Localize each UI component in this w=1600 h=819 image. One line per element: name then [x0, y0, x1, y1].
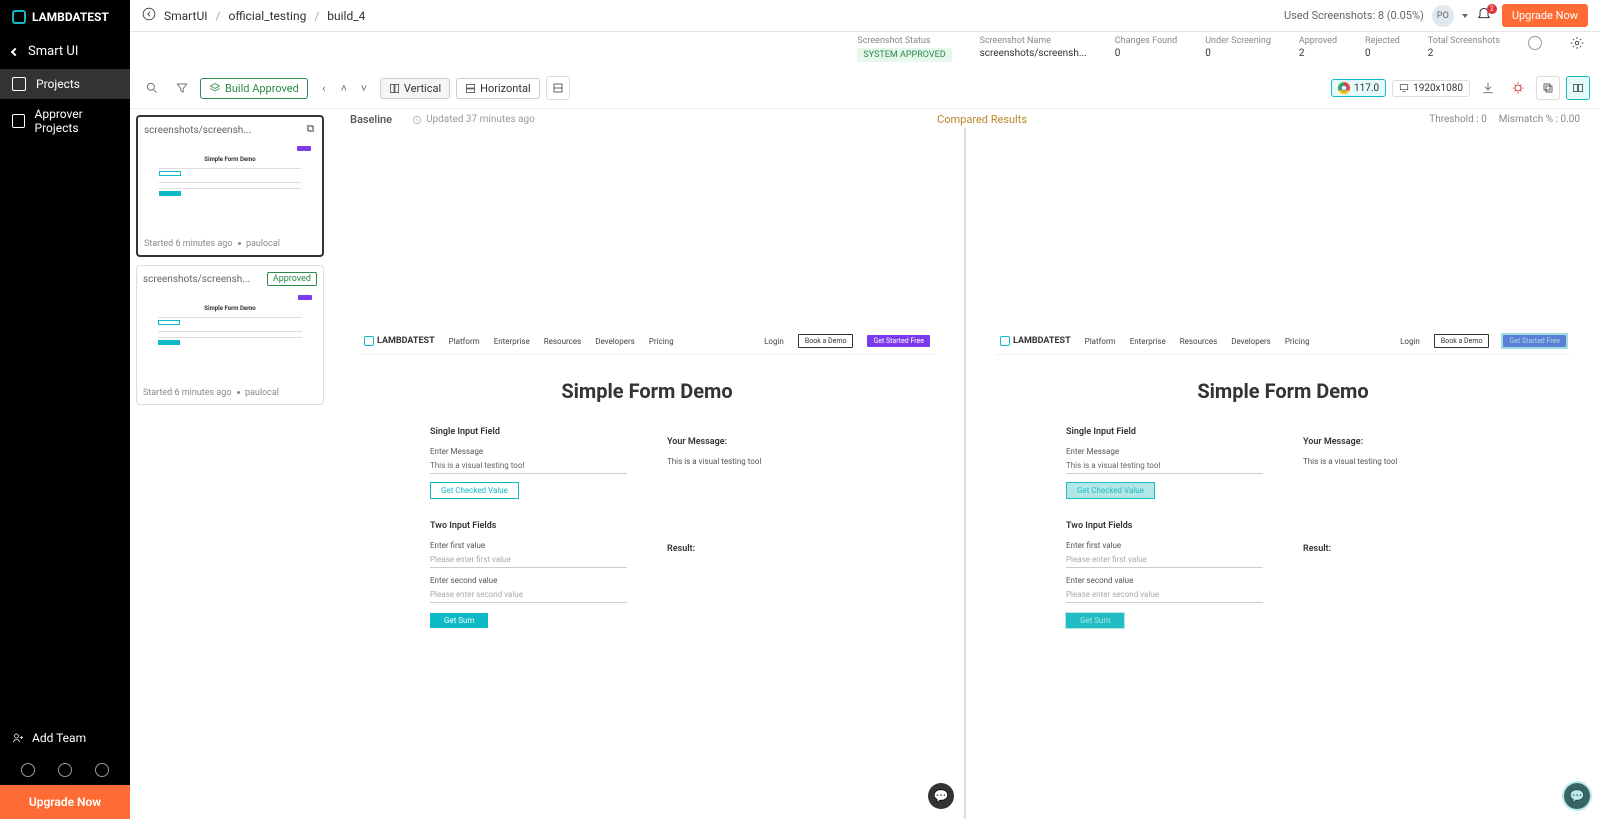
nav-up-icon[interactable]: ˄ [334, 76, 354, 100]
diff-highlight: Get Sum [1066, 613, 1124, 628]
used-screenshots: Used Screenshots: 8 (0.05%) [1284, 9, 1424, 22]
info-icon[interactable] [1528, 36, 1542, 50]
key-icon[interactable] [58, 763, 72, 777]
help-icon[interactable] [21, 763, 35, 777]
baseline-pane: LAMBDATEST Platform Enterprise Resources… [330, 128, 966, 819]
compared-screenshot: LAMBDATEST Platform Enterprise Resources… [996, 328, 1570, 628]
sidebar-collapse-icon[interactable] [142, 7, 156, 24]
baseline-screenshot: LAMBDATEST Platform Enterprise Resources… [360, 328, 934, 628]
diff-highlight: Get Checked Value [1066, 482, 1155, 499]
user-plus-icon [12, 732, 24, 744]
upgrade-button[interactable]: Upgrade Now [1502, 4, 1588, 27]
compare-mode-icon[interactable] [1566, 76, 1590, 100]
layout-horizontal-icon [465, 83, 476, 94]
settings-icon[interactable] [1570, 36, 1584, 53]
vertical-toggle[interactable]: Vertical [380, 78, 450, 99]
brand-logo[interactable]: LAMBDATEST [0, 0, 130, 34]
clock-icon [412, 115, 422, 125]
nav-back[interactable]: Smart UI [0, 34, 130, 69]
sidebar-item-label: Approver Projects [35, 107, 118, 135]
baseline-label: Baseline [350, 113, 392, 126]
info-screening: Under Screening 0 [1205, 36, 1271, 59]
browser-badge[interactable]: 117.0 [1331, 79, 1386, 97]
thumb-started: Started 6 minutes ago [143, 388, 231, 398]
crumb-project[interactable]: official_testing [228, 9, 306, 23]
monitor-icon [1399, 83, 1409, 93]
status-badge: SYSTEM APPROVED [857, 48, 951, 62]
brand-text: LAMBDATEST [32, 10, 109, 24]
chat-icon: 💬 [1564, 783, 1590, 809]
avatar-menu-caret[interactable] [1462, 14, 1468, 18]
nav-left-icon[interactable]: ‹ [314, 76, 334, 100]
nav-back-label: Smart UI [28, 44, 78, 59]
crumb-root[interactable]: SmartUI [164, 9, 208, 23]
info-row: Screenshot Status SYSTEM APPROVED Screen… [130, 32, 1600, 72]
thumbnail-list: screenshots/screensh... Simple Form Demo… [130, 109, 330, 819]
threshold-label: Threshold : 0 [1429, 114, 1487, 125]
main-area: SmartUI / official_testing / build_4 Use… [130, 0, 1600, 819]
upgrade-label: Upgrade Now [29, 795, 101, 809]
info-changes: Changes Found 0 [1115, 36, 1177, 59]
thumbnail-card[interactable]: screenshots/screensh... Approved Simple … [136, 265, 324, 405]
thumb-name: screenshots/screensh... [144, 125, 251, 136]
toolbar: Build Approved ‹ ˄ ˅ Vertical Horizontal… [130, 72, 1600, 109]
compared-label: Compared Results [535, 113, 1429, 126]
info-rejected: Rejected 0 [1365, 36, 1400, 59]
bug-icon[interactable] [1506, 76, 1530, 100]
copy-icon[interactable] [1536, 76, 1560, 100]
approver-icon [12, 114, 25, 128]
thumb-author: paulocal [246, 239, 280, 249]
content: screenshots/screensh... Simple Form Demo… [130, 109, 1600, 819]
download-icon[interactable] [1476, 76, 1500, 100]
lambda-icon [12, 10, 26, 24]
filter-icon[interactable] [170, 76, 194, 100]
chrome-icon [1338, 82, 1350, 94]
notifications-icon[interactable]: 2 [1476, 7, 1494, 25]
sidebar-tools [0, 755, 130, 785]
avatar[interactable]: PO [1432, 5, 1454, 27]
thumb-started: Started 6 minutes ago [144, 239, 232, 249]
thumb-author: paulocal [245, 388, 279, 398]
projects-icon [12, 77, 26, 91]
add-team-label: Add Team [32, 731, 86, 745]
horizontal-toggle[interactable]: Horizontal [456, 78, 540, 99]
chat-icon: 💬 [928, 783, 954, 809]
settings-icon[interactable] [95, 763, 109, 777]
info-approved: Approved 2 [1299, 36, 1337, 59]
sidebar-item-label: Projects [36, 77, 80, 91]
add-team-button[interactable]: Add Team [0, 721, 130, 755]
search-icon[interactable] [140, 76, 164, 100]
thumb-preview: Simple Form Demo [143, 292, 317, 382]
mismatch-label: Mismatch % : 0.00 [1499, 114, 1580, 125]
updated-label: Updated 37 minutes ago [412, 114, 535, 125]
left-sidebar: LAMBDATEST Smart UI Projects Approver Pr… [0, 0, 130, 819]
crumb-build: build_4 [327, 9, 365, 23]
notif-badge: 2 [1487, 4, 1497, 14]
compared-pane: LAMBDATEST Platform Enterprise Resources… [966, 128, 1600, 819]
layout-vertical-icon [389, 83, 400, 94]
approved-pill: Approved [267, 272, 317, 286]
info-total: Total Screenshots 2 [1428, 36, 1500, 59]
copy-icon[interactable] [305, 123, 316, 137]
chevron-left-icon [11, 47, 19, 55]
thumb-preview: Simple Form Demo [144, 143, 316, 233]
sidebar-item-projects[interactable]: Projects [0, 69, 130, 99]
compare-header: Baseline Updated 37 minutes ago Compared… [330, 109, 1600, 128]
topbar: SmartUI / official_testing / build_4 Use… [130, 0, 1600, 32]
sidebar-item-approver[interactable]: Approver Projects [0, 99, 130, 143]
info-status: Screenshot Status SYSTEM APPROVED [857, 36, 951, 62]
upgrade-sidebar-button[interactable]: Upgrade Now [0, 785, 130, 819]
thumbnail-card[interactable]: screenshots/screensh... Simple Form Demo… [136, 115, 324, 257]
thumb-name: screenshots/screensh... [143, 274, 250, 285]
compare-area: Baseline Updated 37 minutes ago Compared… [330, 109, 1600, 819]
layers-icon [209, 82, 221, 94]
diff-mode-icon[interactable] [546, 76, 570, 100]
nav-down-icon[interactable]: ˅ [354, 76, 374, 100]
build-approved-badge[interactable]: Build Approved [200, 78, 308, 99]
info-name: Screenshot Name screenshots/screensh... [980, 36, 1087, 59]
diff-highlight: Get Started Free [1503, 335, 1566, 347]
resolution-pill[interactable]: 1920x1080 [1392, 80, 1470, 97]
